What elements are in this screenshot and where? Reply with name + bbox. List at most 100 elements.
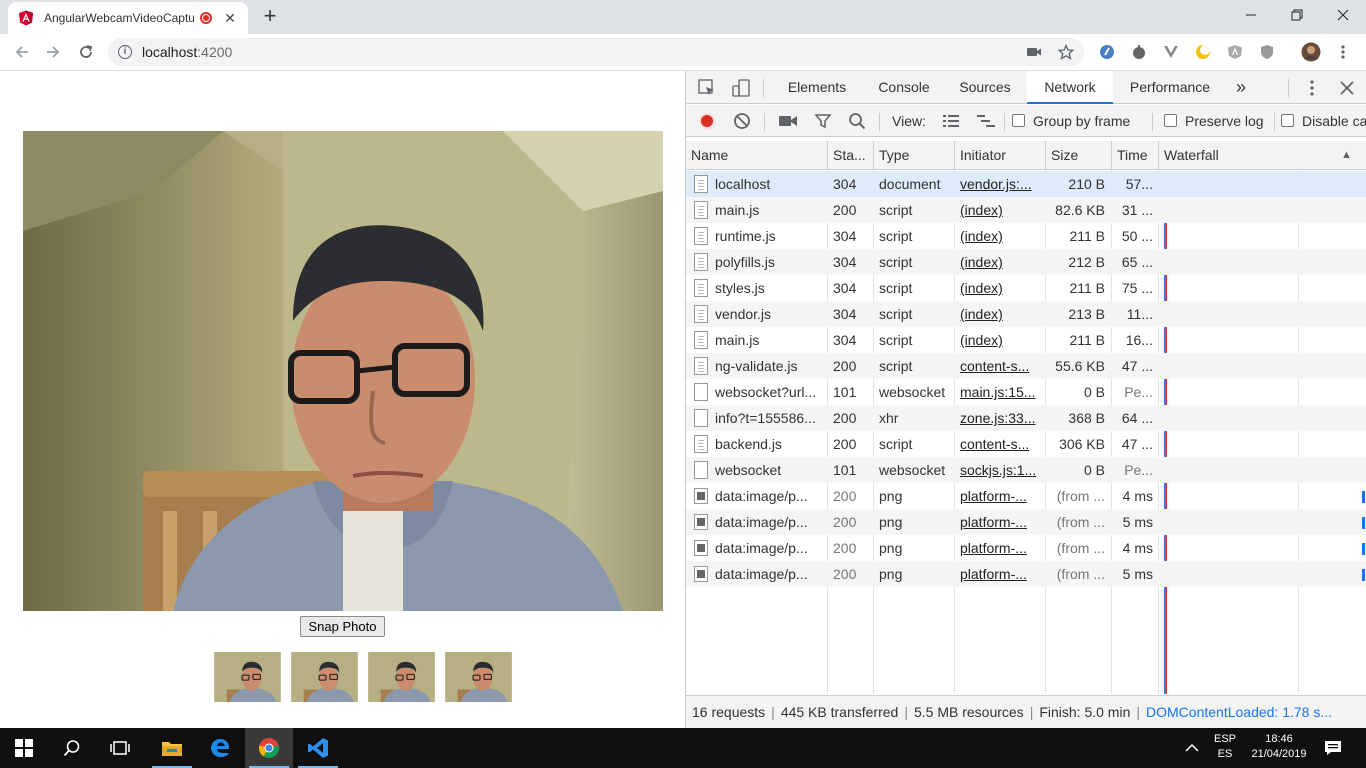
cell-initiator[interactable]: (index): [955, 301, 1043, 327]
column-header-waterfall[interactable]: Waterfall: [1159, 141, 1347, 170]
extension-vue-icon[interactable]: [1161, 42, 1181, 62]
cell-initiator[interactable]: (index): [955, 249, 1043, 275]
filter-button[interactable]: [812, 110, 834, 132]
camera-in-use-icon[interactable]: [1026, 44, 1042, 60]
taskbar-vscode[interactable]: [294, 728, 342, 768]
table-row[interactable]: data:image/p... 200 png platform-... (from .…: [686, 561, 1366, 587]
table-row[interactable]: data:image/p... 200 png platform-... (from .…: [686, 483, 1366, 509]
tab-performance[interactable]: Performance: [1120, 71, 1220, 104]
search-button[interactable]: [846, 110, 868, 132]
forward-button[interactable]: [40, 40, 66, 64]
table-row[interactable]: websocket?url... 101 websocket main.js:15..…: [686, 379, 1366, 405]
show-hidden-icons-button[interactable]: [1170, 728, 1214, 768]
extension-blue-icon[interactable]: [1097, 42, 1117, 62]
info-icon[interactable]: i: [118, 45, 132, 59]
table-row[interactable]: vendor.js 304 script (index) 213 B 11...: [686, 301, 1366, 327]
cell-initiator[interactable]: platform-...: [955, 509, 1043, 535]
column-header-time[interactable]: Time: [1112, 141, 1159, 170]
start-button[interactable]: [0, 728, 48, 768]
tab-network[interactable]: Network: [1027, 71, 1113, 104]
cell-initiator[interactable]: content-s...: [955, 353, 1043, 379]
table-row[interactable]: main.js 304 script (index) 211 B 16...: [686, 327, 1366, 353]
column-header-size[interactable]: Size: [1046, 141, 1112, 170]
chrome-menu-button[interactable]: [1333, 42, 1353, 62]
taskbar-edge[interactable]: [196, 728, 244, 768]
cell-initiator[interactable]: platform-...: [955, 483, 1043, 509]
record-button[interactable]: [696, 110, 718, 132]
table-row[interactable]: data:image/p... 200 png platform-... (from .…: [686, 535, 1366, 561]
back-button[interactable]: [9, 40, 35, 64]
more-tabs-button[interactable]: »: [1229, 71, 1253, 104]
cell-status: 200: [833, 514, 857, 530]
cell-initiator[interactable]: (index): [955, 275, 1043, 301]
group-by-frame-checkbox[interactable]: [1012, 114, 1025, 127]
column-header-initiator[interactable]: Initiator: [955, 141, 1046, 170]
profile-avatar[interactable]: [1301, 42, 1321, 62]
devtools-menu-button[interactable]: [1301, 77, 1323, 99]
cell-initiator[interactable]: (index): [955, 197, 1043, 223]
cell-initiator[interactable]: (index): [955, 327, 1043, 353]
extension-angular-icon[interactable]: [1225, 42, 1245, 62]
table-row[interactable]: runtime.js 304 script (index) 211 B 50 ...: [686, 223, 1366, 249]
extension-bomb-icon[interactable]: [1129, 42, 1149, 62]
sort-ascending-icon[interactable]: ▲: [1341, 141, 1352, 170]
cell-name: polyfills.js: [715, 254, 775, 270]
cell-initiator[interactable]: zone.js:33...: [955, 405, 1043, 431]
device-toolbar-button[interactable]: [730, 77, 752, 99]
column-header-status[interactable]: Sta...: [828, 141, 874, 170]
close-window-button[interactable]: [1320, 0, 1366, 30]
cell-initiator[interactable]: sockjs.js:1...: [955, 457, 1043, 483]
table-row[interactable]: main.js 200 script (index) 82.6 KB 31 ...: [686, 197, 1366, 223]
cell-initiator[interactable]: platform-...: [955, 561, 1043, 587]
table-row[interactable]: polyfills.js 304 script (index) 212 B 65 ...: [686, 249, 1366, 275]
waterfall-timing-bar[interactable]: [1362, 543, 1365, 555]
new-tab-button[interactable]: +: [258, 5, 282, 29]
capture-screenshots-button[interactable]: [777, 110, 799, 132]
restore-button[interactable]: [1274, 0, 1320, 30]
system-clock[interactable]: 18:46 21/04/2019: [1244, 732, 1314, 762]
input-language-indicator[interactable]: ESP ES: [1210, 732, 1240, 762]
cell-initiator[interactable]: platform-...: [955, 535, 1043, 561]
taskbar-chrome[interactable]: [245, 728, 293, 768]
preserve-log-checkbox[interactable]: [1164, 114, 1177, 127]
address-bar[interactable]: i localhost:4200: [108, 38, 1084, 66]
bookmark-star-icon[interactable]: [1058, 44, 1074, 60]
cell-initiator[interactable]: (index): [955, 223, 1043, 249]
taskbar-file-explorer[interactable]: [148, 728, 196, 768]
table-row[interactable]: data:image/p... 200 png platform-... (from .…: [686, 509, 1366, 535]
table-row[interactable]: websocket 101 websocket sockjs.js:1... 0 B Pe…: [686, 457, 1366, 483]
reload-button[interactable]: [73, 40, 99, 64]
clear-button[interactable]: [731, 110, 753, 132]
cell-status: 304: [833, 332, 857, 348]
table-row[interactable]: info?t=155586... 200 xhr zone.js:33... 368 B…: [686, 405, 1366, 431]
inspect-element-button[interactable]: [696, 77, 718, 99]
taskbar-search-button[interactable]: [48, 728, 96, 768]
column-header-name[interactable]: Name: [686, 141, 828, 170]
tab-console[interactable]: Console: [868, 71, 940, 104]
waterfall-timing-bar[interactable]: [1362, 517, 1365, 529]
extension-moon-icon[interactable]: [1193, 42, 1213, 62]
tab-elements[interactable]: Elements: [776, 71, 858, 104]
tab-close-icon[interactable]: ✕: [222, 10, 238, 27]
table-row[interactable]: ng-validate.js 200 script content-s... 55.6 …: [686, 353, 1366, 379]
task-view-button[interactable]: [96, 728, 144, 768]
table-row[interactable]: styles.js 304 script (index) 211 B 75 ...: [686, 275, 1366, 301]
large-rows-button[interactable]: [940, 110, 962, 132]
cell-initiator[interactable]: main.js:15...: [955, 379, 1043, 405]
waterfall-timing-bar[interactable]: [1362, 491, 1365, 503]
action-center-button[interactable]: [1310, 728, 1356, 768]
overview-button[interactable]: [975, 110, 997, 132]
cell-initiator[interactable]: vendor.js:...: [955, 171, 1043, 197]
column-header-type[interactable]: Type: [874, 141, 955, 170]
table-row[interactable]: localhost 304 document vendor.js:... 210 B 57…: [686, 171, 1366, 197]
minimize-button[interactable]: [1228, 0, 1274, 30]
extension-shield-icon[interactable]: [1257, 42, 1277, 62]
snap-photo-button[interactable]: Snap Photo: [300, 616, 385, 637]
waterfall-timing-bar[interactable]: [1362, 569, 1365, 581]
tab-sources[interactable]: Sources: [950, 71, 1020, 104]
cell-initiator[interactable]: content-s...: [955, 431, 1043, 457]
table-row[interactable]: backend.js 200 script content-s... 306 KB 47 …: [686, 431, 1366, 457]
browser-tab[interactable]: AngularWebcamVideoCapture ✕: [8, 2, 248, 34]
close-devtools-button[interactable]: [1336, 77, 1358, 99]
disable-cache-checkbox[interactable]: [1281, 114, 1294, 127]
